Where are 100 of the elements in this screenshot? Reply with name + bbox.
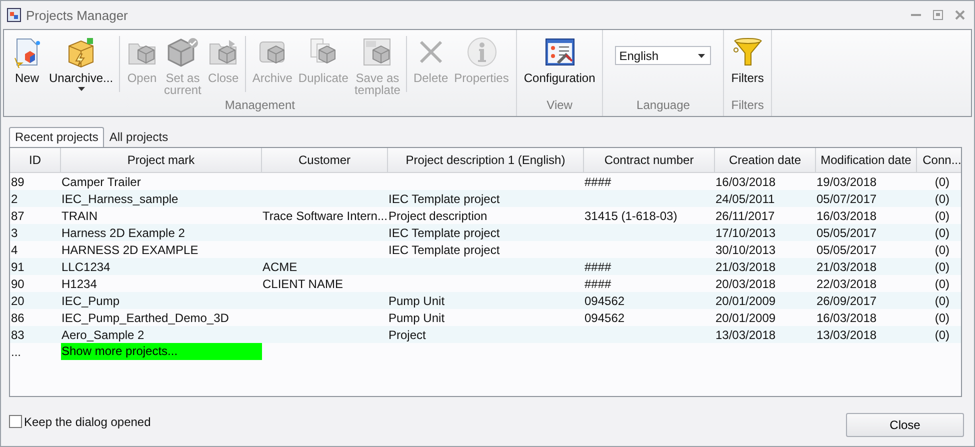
table-cell: 30/10/2013 (716, 242, 776, 256)
table-cell: 31415 (1-618-03) (584, 208, 678, 222)
template-icon (361, 36, 394, 68)
table-cell: 3 (11, 226, 18, 240)
table-cell: H1234 (62, 276, 97, 290)
table-cell: (0) (934, 260, 950, 274)
column-header[interactable]: Customer (262, 148, 388, 172)
table-cell: (0) (934, 226, 950, 240)
table-cell: 20/03/2018 (716, 276, 776, 290)
cube-check-icon (166, 36, 199, 68)
table-cell: 21/03/2018 (816, 260, 877, 274)
app-icon (7, 8, 21, 22)
table-cell: 16/03/2018 (816, 208, 877, 222)
checkbox-label: Keep the dialog opened (24, 414, 151, 428)
close-icon (954, 9, 966, 21)
ribbon-button[interactable]: Configuration (520, 34, 598, 86)
minimize-icon (911, 14, 921, 16)
table-cell: (0) (934, 192, 950, 206)
maximize-icon (932, 9, 944, 21)
ribbon-button[interactable]: New (8, 34, 46, 86)
table-cell: #### (584, 276, 612, 290)
table-cell: 20/01/2009 (716, 310, 776, 324)
ribbon-button[interactable]: Unarchive... (46, 34, 116, 93)
checkbox[interactable] (9, 415, 22, 428)
tab[interactable]: All projects (104, 128, 174, 147)
table-cell: ACME (262, 260, 298, 274)
table-cell: 20 (11, 294, 24, 308)
table-cell: #### (584, 260, 612, 274)
column-header[interactable]: Conn... (916, 148, 961, 172)
table-cell: (0) (934, 310, 950, 324)
show-more-link[interactable]: Show more projects... (60, 343, 262, 360)
ribbon-button[interactable]: Filters (728, 34, 767, 86)
group-label: Management (224, 98, 295, 114)
column-header[interactable]: Contract number (584, 148, 714, 172)
table-cell: 21/03/2018 (716, 260, 776, 274)
table-cell: IEC Template project (388, 242, 500, 256)
table-cell: 86 (11, 310, 24, 324)
table-cell: 22/03/2018 (816, 276, 877, 290)
caret-icon (698, 54, 706, 58)
table-cell: Project description (388, 208, 488, 222)
column-header[interactable]: Project description 1 (English) (388, 148, 584, 172)
table-cell: 26/09/2017 (816, 294, 877, 308)
table-cell: IEC Template project (388, 192, 500, 206)
table-cell: 20/01/2009 (716, 294, 776, 308)
table-cell: CLIENT NAME (262, 276, 343, 290)
table-cell: Camper Trailer (62, 174, 141, 188)
table-cell: 19/03/2018 (816, 174, 877, 188)
table-cell: 89 (11, 174, 24, 188)
language-dropdown[interactable]: English (615, 46, 712, 65)
table-cell: 094562 (584, 294, 625, 308)
table-cell: 05/07/2017 (816, 192, 877, 206)
table-cell: LLC1234 (62, 260, 110, 274)
table-cell: 91 (11, 260, 24, 274)
table-cell: (0) (934, 174, 950, 188)
table-cell: TRAIN (62, 208, 98, 222)
table-cell: 16/03/2018 (816, 310, 877, 324)
column-header[interactable]: Modification date (816, 148, 916, 172)
table-cell: 13/03/2018 (716, 328, 776, 342)
table-cell: (0) (934, 242, 950, 256)
table-cell: (0) (934, 276, 950, 290)
table-cell: HARNESS 2D EXAMPLE (62, 242, 198, 256)
table-cell: (0) (934, 294, 950, 308)
table-cell: 13/03/2018 (816, 328, 877, 342)
table-cell: (0) (934, 208, 950, 222)
table-cell: 094562 (584, 310, 625, 324)
table-cell: 05/05/2017 (816, 226, 877, 240)
window-title: Projects Manager (26, 8, 128, 22)
table-cell: ... (11, 344, 22, 358)
table-cell: 24/05/2011 (716, 192, 775, 206)
table-cell: Trace Software Intern... (262, 208, 388, 222)
table-cell: Aero_Sample 2 (62, 328, 144, 342)
column-header[interactable]: Creation date (714, 148, 816, 172)
table-cell: Project (388, 328, 426, 342)
funnel-icon (732, 36, 764, 68)
table-cell: #### (584, 174, 612, 188)
table-cell: Pump Unit (388, 310, 445, 324)
column-header[interactable]: Project mark (60, 148, 262, 172)
tab[interactable]: Recent projects (9, 127, 104, 147)
table-cell: 90 (11, 276, 24, 290)
table-cell: Pump Unit (388, 294, 445, 308)
table-cell: 17/10/2013 (716, 226, 776, 240)
table-cell: IEC_Pump_Earthed_Demo_3D (62, 310, 229, 324)
group-label: View (546, 98, 572, 114)
table-cell: 83 (11, 328, 24, 342)
table-cell: 2 (11, 192, 18, 206)
column-header[interactable]: ID (10, 148, 60, 172)
table-cell: IEC_Pump (62, 294, 120, 308)
table-cell: IEC Template project (388, 226, 500, 240)
close-dialog-button[interactable]: Close (846, 412, 964, 436)
table-cell: (0) (934, 328, 950, 342)
table-cell: 16/03/2018 (716, 174, 776, 188)
maximize-button[interactable] (930, 8, 946, 22)
table-cell: 4 (11, 242, 18, 256)
settings-icon (544, 36, 576, 68)
table-cell: Harness 2D Example 2 (62, 226, 185, 240)
table-cell: IEC_Harness_sample (62, 192, 178, 206)
table-cell: 87 (11, 208, 24, 222)
info-icon (466, 36, 498, 68)
table-cell: 05/05/2017 (816, 242, 877, 256)
group-label: Filters (731, 98, 764, 114)
